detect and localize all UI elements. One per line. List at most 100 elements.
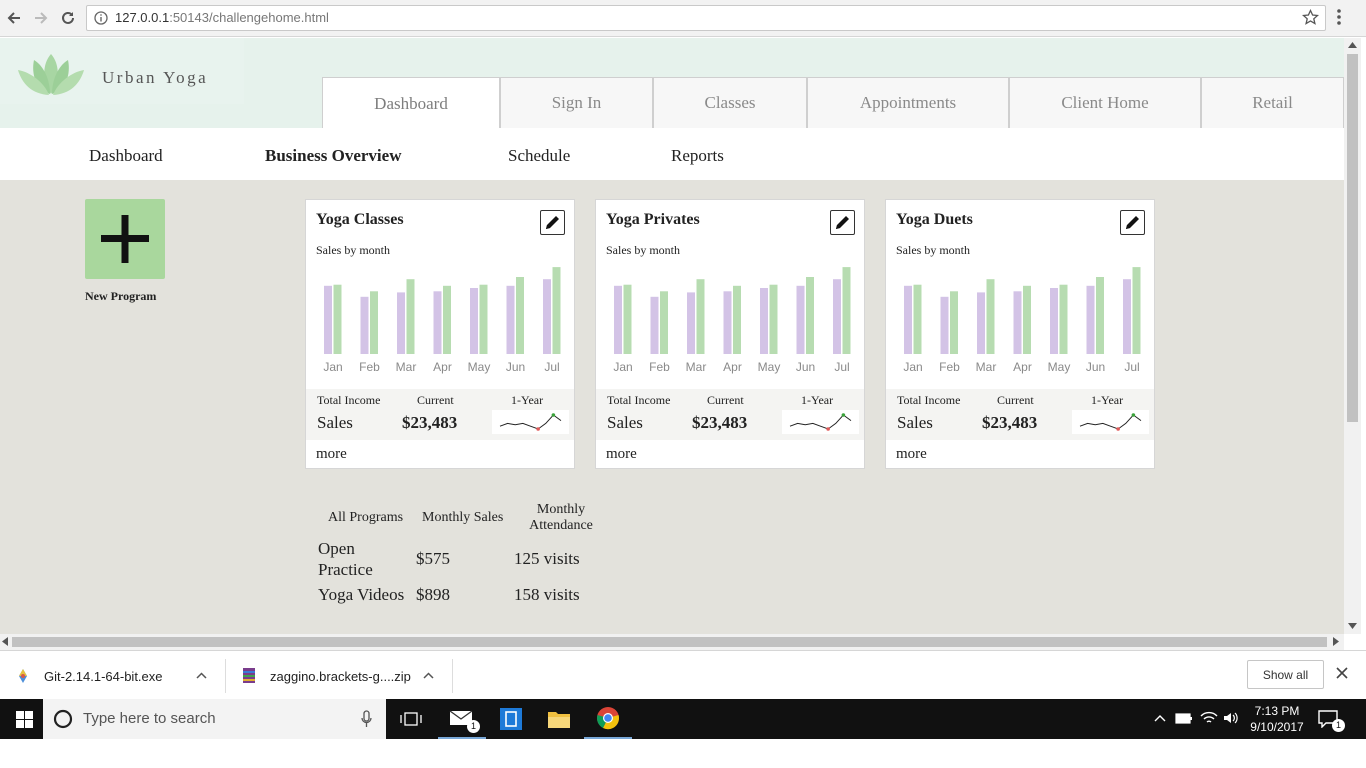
stat-header-1-year: 1-Year bbox=[801, 393, 834, 407]
browser-menu-icon[interactable] bbox=[1336, 8, 1342, 26]
bar-jan-series-2 bbox=[623, 284, 632, 354]
bar-apr-series-1 bbox=[1013, 291, 1022, 354]
card-subtitle: Sales by month bbox=[896, 243, 970, 257]
sparkline bbox=[492, 410, 569, 434]
x-tick-label: Apr bbox=[723, 360, 742, 374]
vertical-scroll-thumb[interactable] bbox=[1347, 54, 1358, 422]
edit-button[interactable] bbox=[830, 210, 855, 235]
scroll-left-icon[interactable] bbox=[2, 637, 8, 646]
scroll-up-icon[interactable] bbox=[1348, 42, 1357, 48]
clock-time: 7:13 PM bbox=[1254, 704, 1300, 718]
bar-mar-series-2 bbox=[696, 279, 705, 354]
download-item[interactable]: zaggino.brackets-g....zip bbox=[227, 659, 453, 693]
logo[interactable]: Urban Yoga bbox=[0, 38, 244, 104]
scroll-right-icon[interactable] bbox=[1333, 637, 1339, 646]
program-attendance: 158 visits bbox=[514, 585, 580, 604]
vertical-scrollbar[interactable] bbox=[1344, 38, 1361, 634]
program-attendance: 125 visits bbox=[514, 549, 580, 568]
tab-retail[interactable]: Retail bbox=[1201, 77, 1344, 128]
bar-jul-series-1 bbox=[543, 279, 551, 354]
stat-header-1-year: 1-Year bbox=[511, 393, 544, 407]
start-button[interactable] bbox=[0, 699, 48, 739]
chevron-up-icon[interactable] bbox=[1154, 714, 1166, 722]
tab-appointments[interactable]: Appointments bbox=[807, 77, 1009, 128]
x-tick-label: Mar bbox=[976, 360, 997, 374]
stat-header-1-year: 1-Year bbox=[1091, 393, 1124, 407]
horizontal-scrollbar[interactable] bbox=[0, 634, 1344, 650]
stat-header-total-income: Total Income bbox=[317, 393, 381, 407]
bar-jul-series-2 bbox=[1132, 267, 1141, 354]
browser-toolbar: 127.0.0.1:50143/challengehome.html bbox=[0, 0, 1366, 37]
show-all-downloads-button[interactable]: Show all bbox=[1247, 660, 1324, 689]
bar-feb-series-1 bbox=[650, 296, 659, 354]
close-icon[interactable] bbox=[1336, 667, 1348, 679]
taskbar-search-box[interactable]: Type here to search bbox=[43, 699, 386, 739]
table-header-monthly-sales: Monthly Sales bbox=[422, 510, 504, 525]
chevron-up-icon[interactable] bbox=[423, 672, 434, 679]
stat-header-current: Current bbox=[417, 393, 454, 407]
edit-button[interactable] bbox=[540, 210, 565, 235]
horizontal-scroll-thumb[interactable] bbox=[12, 637, 1327, 647]
system-clock[interactable]: 7:13 PM 9/10/2017 bbox=[1246, 703, 1308, 735]
bar-jan-series-1 bbox=[614, 285, 622, 354]
sparkline-line bbox=[789, 414, 852, 430]
card-stats: Total Income Current 1-Year Sales $23,48… bbox=[306, 389, 574, 440]
sparkline-high-marker bbox=[841, 413, 846, 417]
subnav-reports[interactable]: Reports bbox=[671, 146, 724, 166]
more-link[interactable]: more bbox=[606, 446, 637, 463]
reload-button[interactable] bbox=[58, 8, 78, 28]
info-icon[interactable] bbox=[94, 11, 108, 25]
wifi-icon[interactable] bbox=[1200, 710, 1218, 726]
tab-classes[interactable]: Classes bbox=[653, 77, 807, 128]
program-name: Open bbox=[318, 539, 355, 558]
windows-logo-icon bbox=[15, 710, 33, 728]
tab-sign-in[interactable]: Sign In bbox=[500, 77, 653, 128]
bar-jun-series-2 bbox=[516, 277, 524, 354]
sparkline bbox=[782, 410, 859, 434]
download-item[interactable]: Git-2.14.1-64-bit.exe bbox=[0, 659, 226, 693]
taskbar-file-explorer[interactable] bbox=[535, 699, 583, 739]
subnav-schedule[interactable]: Schedule bbox=[508, 146, 570, 166]
taskbar-chrome[interactable] bbox=[584, 699, 632, 739]
new-program-label: New Program bbox=[85, 289, 157, 303]
volume-icon[interactable] bbox=[1223, 711, 1239, 725]
forward-button[interactable] bbox=[31, 8, 51, 28]
scroll-down-icon[interactable] bbox=[1348, 623, 1357, 629]
more-link[interactable]: more bbox=[316, 446, 347, 463]
stat-header-current: Current bbox=[707, 393, 744, 407]
bookmark-star-icon[interactable] bbox=[1302, 9, 1319, 26]
edit-button[interactable] bbox=[1120, 210, 1145, 235]
plus-icon bbox=[101, 215, 149, 263]
battery-icon[interactable] bbox=[1175, 711, 1193, 725]
x-tick-label: Jul bbox=[544, 360, 559, 374]
stat-current-value: $23,483 bbox=[402, 413, 458, 432]
subnav-dashboard[interactable]: Dashboard bbox=[89, 146, 163, 166]
bar-mar-series-2 bbox=[986, 279, 995, 354]
bar-apr-series-2 bbox=[443, 285, 451, 354]
brand-name: Urban Yoga bbox=[102, 68, 209, 87]
action-center-button[interactable]: 1 bbox=[1308, 699, 1348, 739]
tab-dashboard[interactable]: Dashboard bbox=[322, 77, 500, 129]
cortana-circle-icon bbox=[53, 709, 73, 729]
back-button[interactable] bbox=[4, 8, 24, 28]
new-program-button[interactable] bbox=[85, 199, 165, 279]
pencil-icon bbox=[1126, 216, 1139, 229]
notification-badge: 1 bbox=[1332, 719, 1345, 732]
taskbar-app[interactable] bbox=[487, 699, 535, 739]
pencil-icon bbox=[546, 216, 559, 229]
taskbar-mail[interactable]: 1 bbox=[438, 699, 486, 739]
bar-may-series-1 bbox=[470, 288, 478, 354]
tab-client-home[interactable]: Client Home bbox=[1009, 77, 1201, 128]
task-view-button[interactable] bbox=[387, 699, 435, 739]
download-shelf: Git-2.14.1-64-bit.exe zaggino.brackets-g… bbox=[0, 650, 1366, 699]
url-text: 127.0.0.1:50143/challengehome.html bbox=[115, 10, 329, 25]
chevron-up-icon[interactable] bbox=[196, 672, 207, 679]
subnav-business-overview[interactable]: Business Overview bbox=[265, 146, 401, 166]
forward-arrow-icon bbox=[35, 12, 48, 24]
bar-may-series-1 bbox=[760, 288, 768, 354]
microphone-icon[interactable] bbox=[361, 710, 372, 728]
more-link[interactable]: more bbox=[896, 446, 927, 463]
x-tick-label: Mar bbox=[686, 360, 707, 374]
address-bar[interactable]: 127.0.0.1:50143/challengehome.html bbox=[86, 5, 1326, 31]
sparkline-low-marker bbox=[826, 427, 830, 431]
